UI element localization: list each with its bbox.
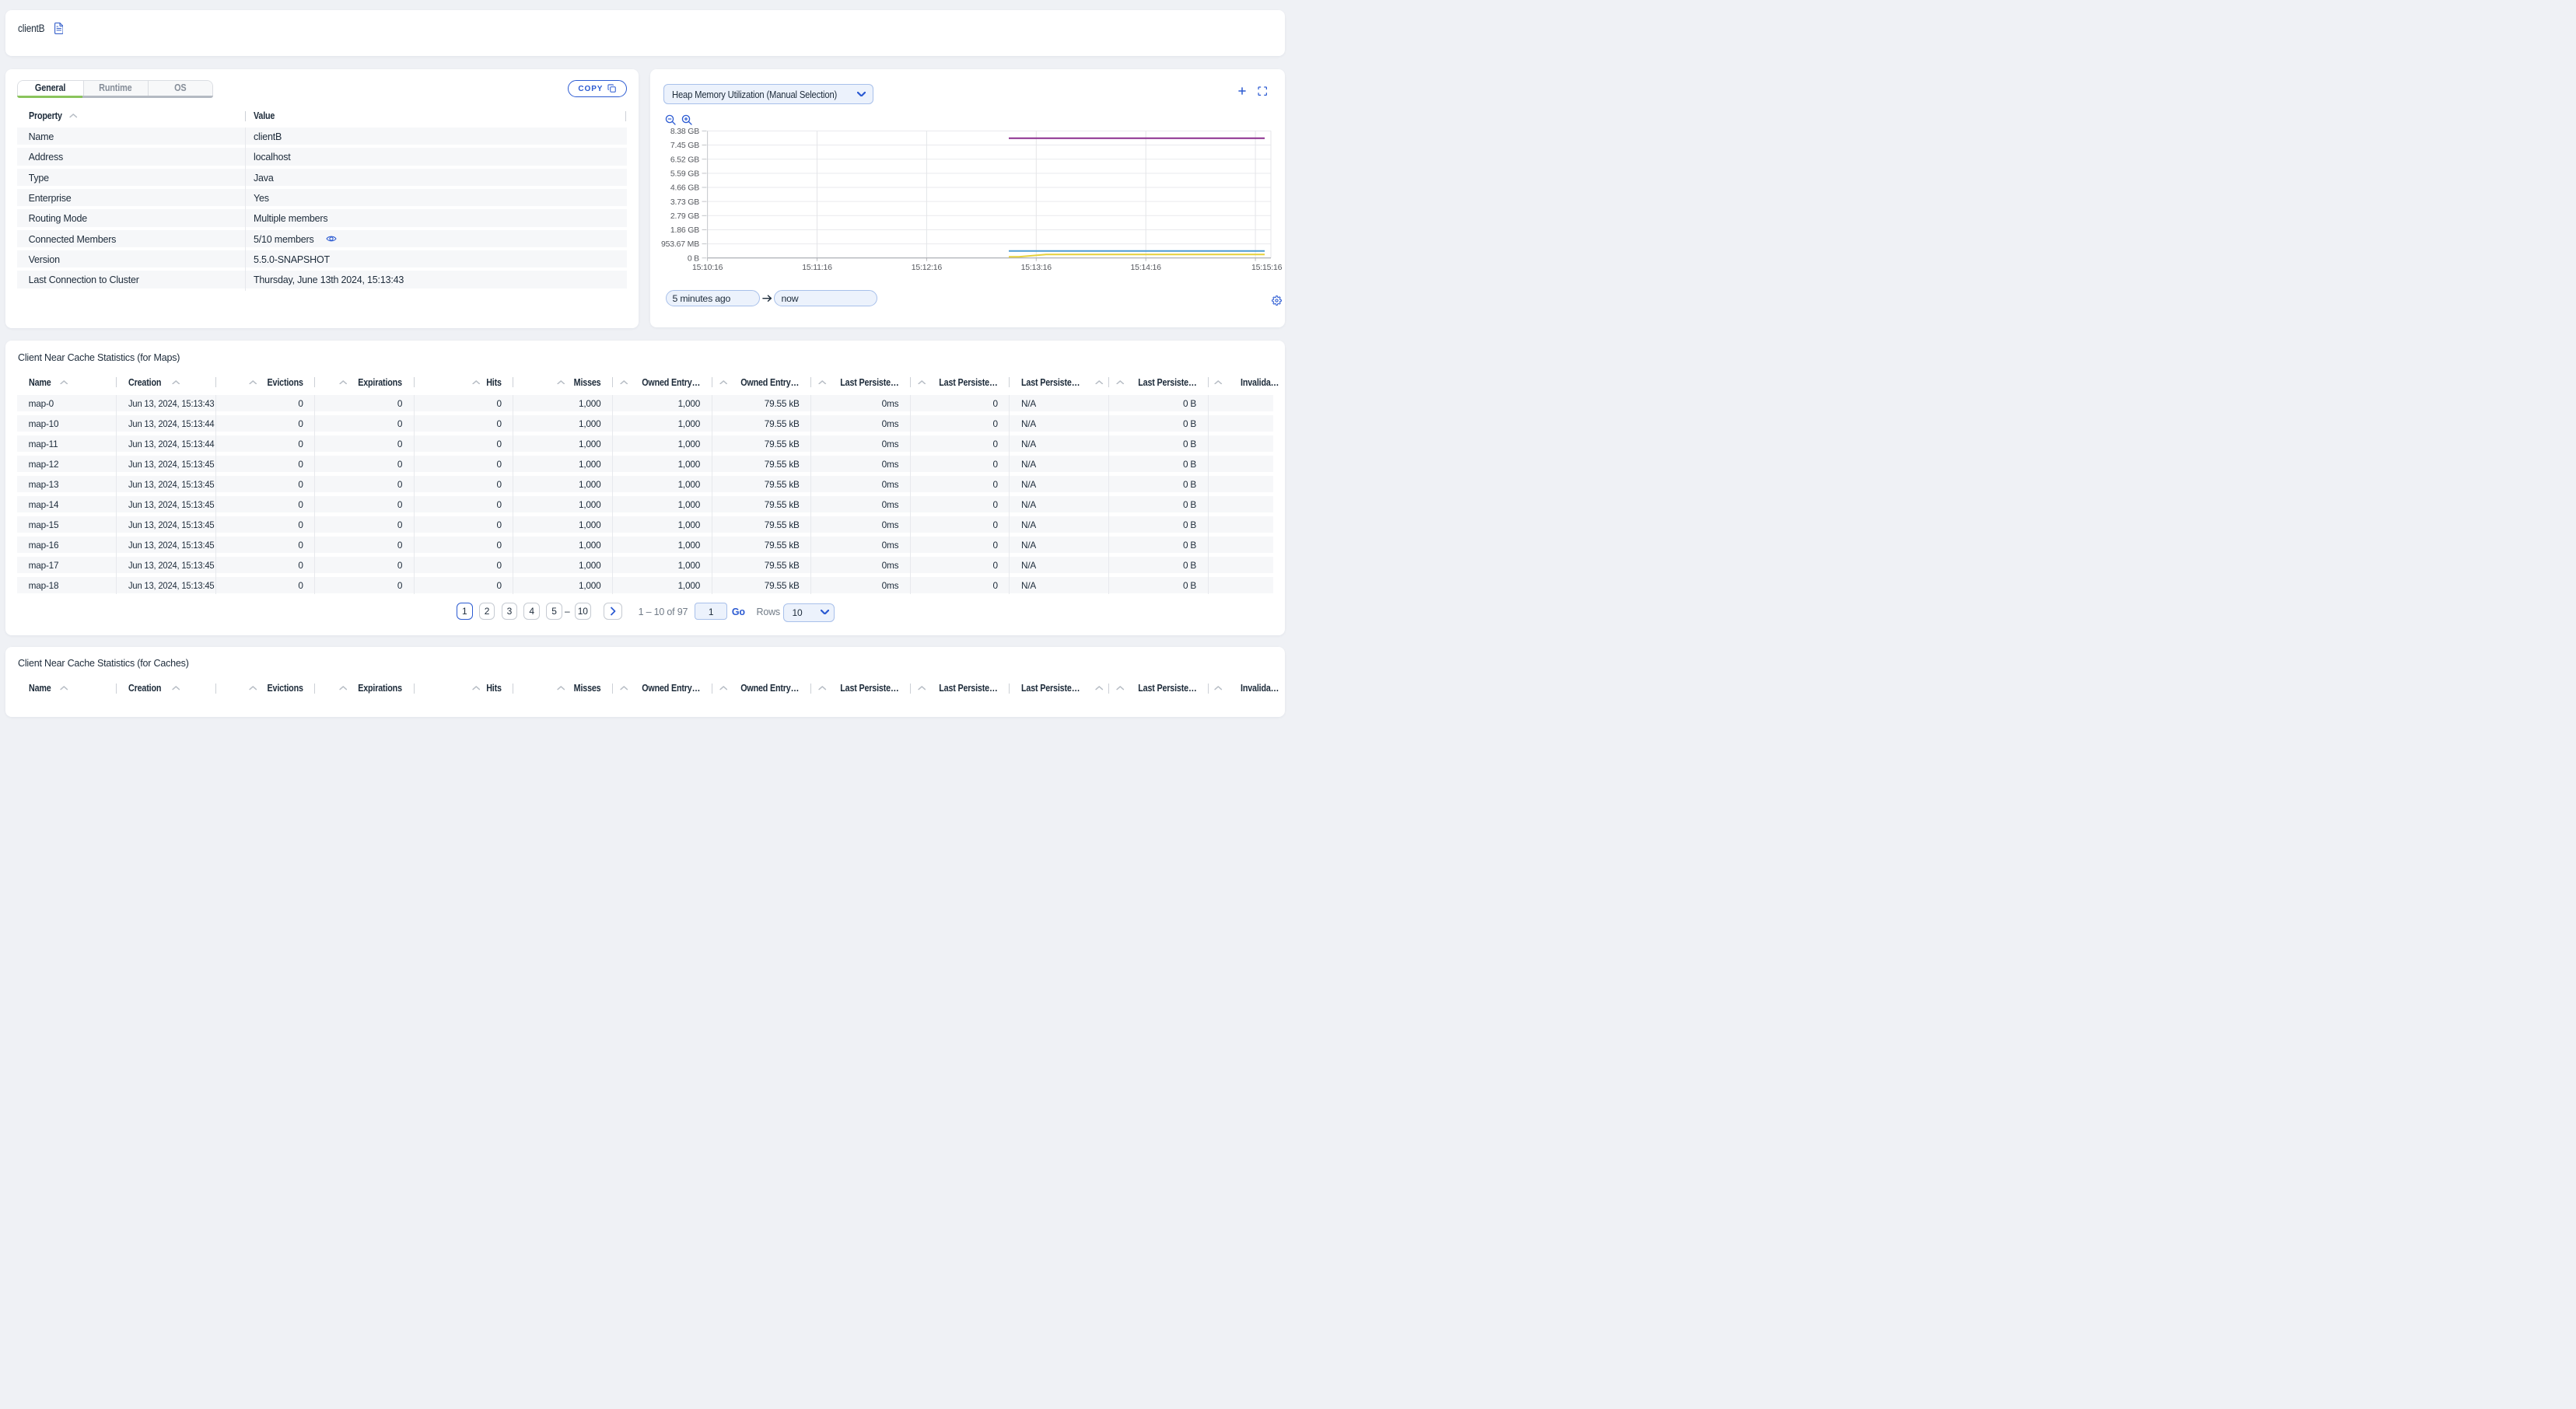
svg-text:7.45 GB: 7.45 GB (670, 141, 699, 150)
svg-text:15:10:16: 15:10:16 (692, 263, 723, 272)
svg-text:15:13:16: 15:13:16 (1021, 263, 1052, 272)
svg-text:953.67 MB: 953.67 MB (661, 239, 699, 249)
svg-text:8.38 GB: 8.38 GB (670, 127, 699, 136)
svg-text:4.66 GB: 4.66 GB (670, 184, 699, 193)
svg-text:15:12:16: 15:12:16 (912, 263, 943, 272)
svg-text:0 B: 0 B (688, 253, 699, 263)
svg-text:3.73 GB: 3.73 GB (670, 198, 699, 207)
svg-text:5.59 GB: 5.59 GB (670, 169, 699, 178)
svg-text:6.52 GB: 6.52 GB (670, 155, 699, 164)
svg-text:15:11:16: 15:11:16 (802, 263, 832, 272)
svg-text:15:14:16: 15:14:16 (1131, 263, 1162, 272)
svg-text:2.79 GB: 2.79 GB (670, 212, 699, 221)
svg-text:1.86 GB: 1.86 GB (670, 226, 699, 235)
svg-text:15:15:16: 15:15:16 (1251, 263, 1283, 272)
